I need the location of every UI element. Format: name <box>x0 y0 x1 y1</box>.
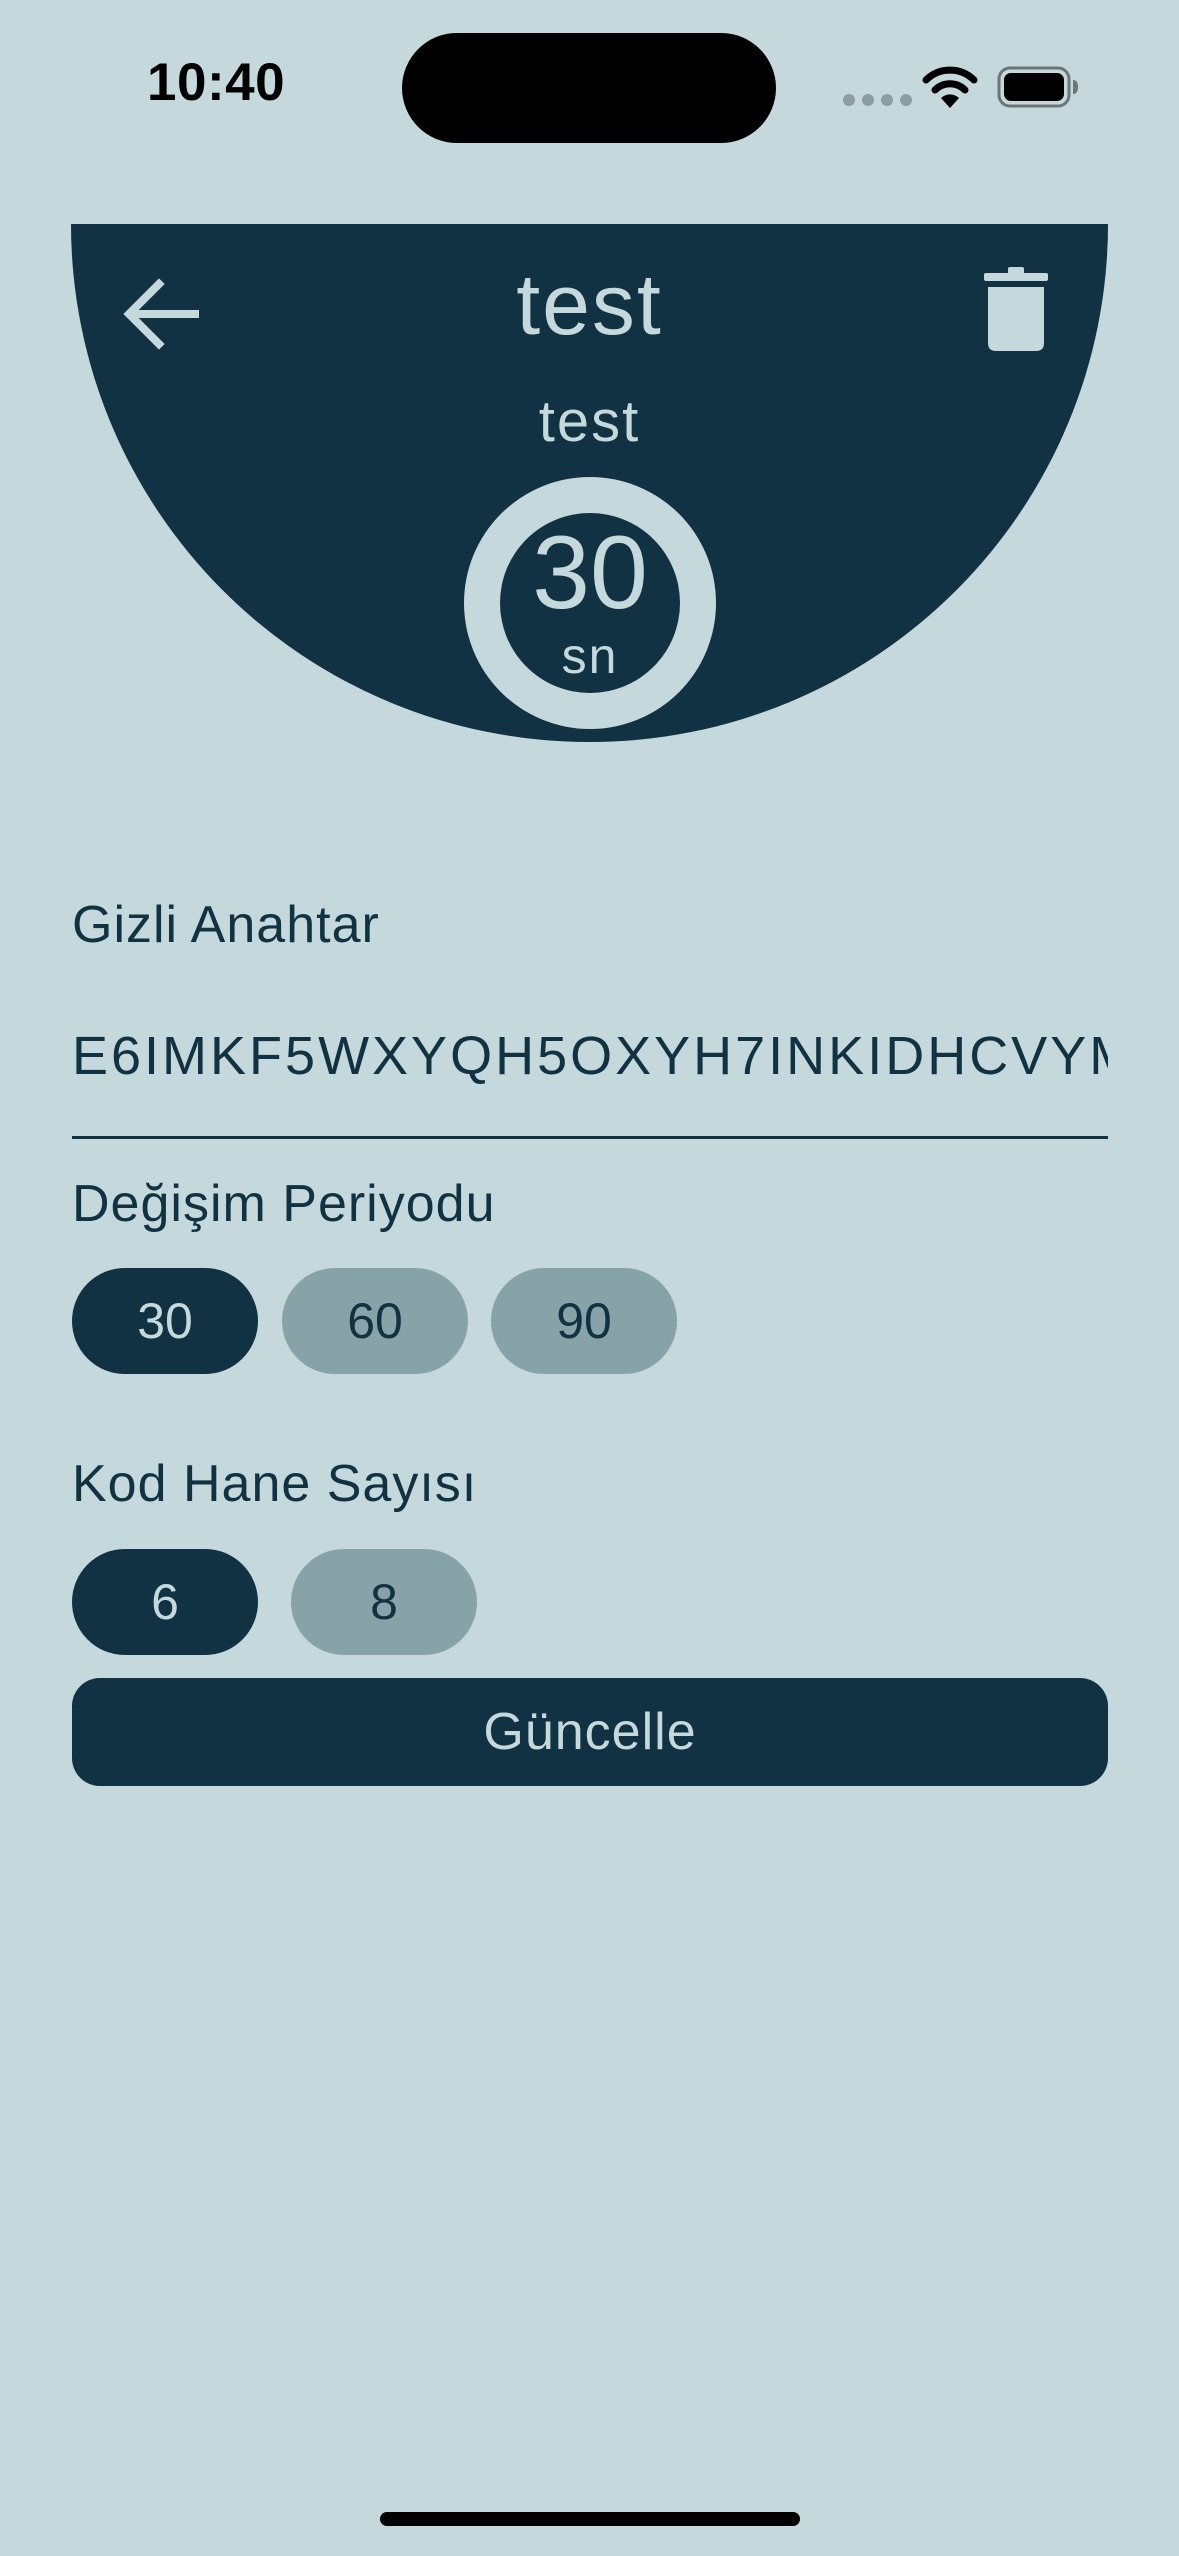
trash-icon <box>984 267 1048 351</box>
secret-key-label: Gizli Anahtar <box>72 896 380 954</box>
timer-unit: sn <box>561 628 619 684</box>
secret-key-input[interactable] <box>72 1005 1108 1139</box>
delete-button[interactable] <box>966 259 1066 359</box>
cellular-signal-icon <box>843 94 912 106</box>
countdown-timer: 30 sn <box>464 477 716 729</box>
period-label: Değişim Periyodu <box>72 1175 496 1233</box>
dynamic-island <box>402 33 776 143</box>
update-button[interactable]: Güncelle <box>72 1678 1108 1786</box>
home-indicator <box>380 2512 800 2526</box>
digits-option-8[interactable]: 8 <box>291 1549 477 1655</box>
digits-label: Kod Hane Sayısı <box>72 1455 478 1513</box>
page-title: test <box>516 257 663 353</box>
header-panel: test test 30 sn <box>71 224 1108 742</box>
account-subtitle: test <box>538 389 641 454</box>
period-option-90[interactable]: 90 <box>491 1268 677 1374</box>
period-option-60[interactable]: 60 <box>282 1268 468 1374</box>
battery-icon <box>997 66 1078 108</box>
timer-inner: 30 sn <box>500 513 680 693</box>
period-option-30[interactable]: 30 <box>72 1268 258 1374</box>
wifi-icon <box>922 66 978 108</box>
status-time: 10:40 <box>147 53 286 112</box>
digits-option-6[interactable]: 6 <box>72 1549 258 1655</box>
timer-value: 30 <box>532 515 648 631</box>
